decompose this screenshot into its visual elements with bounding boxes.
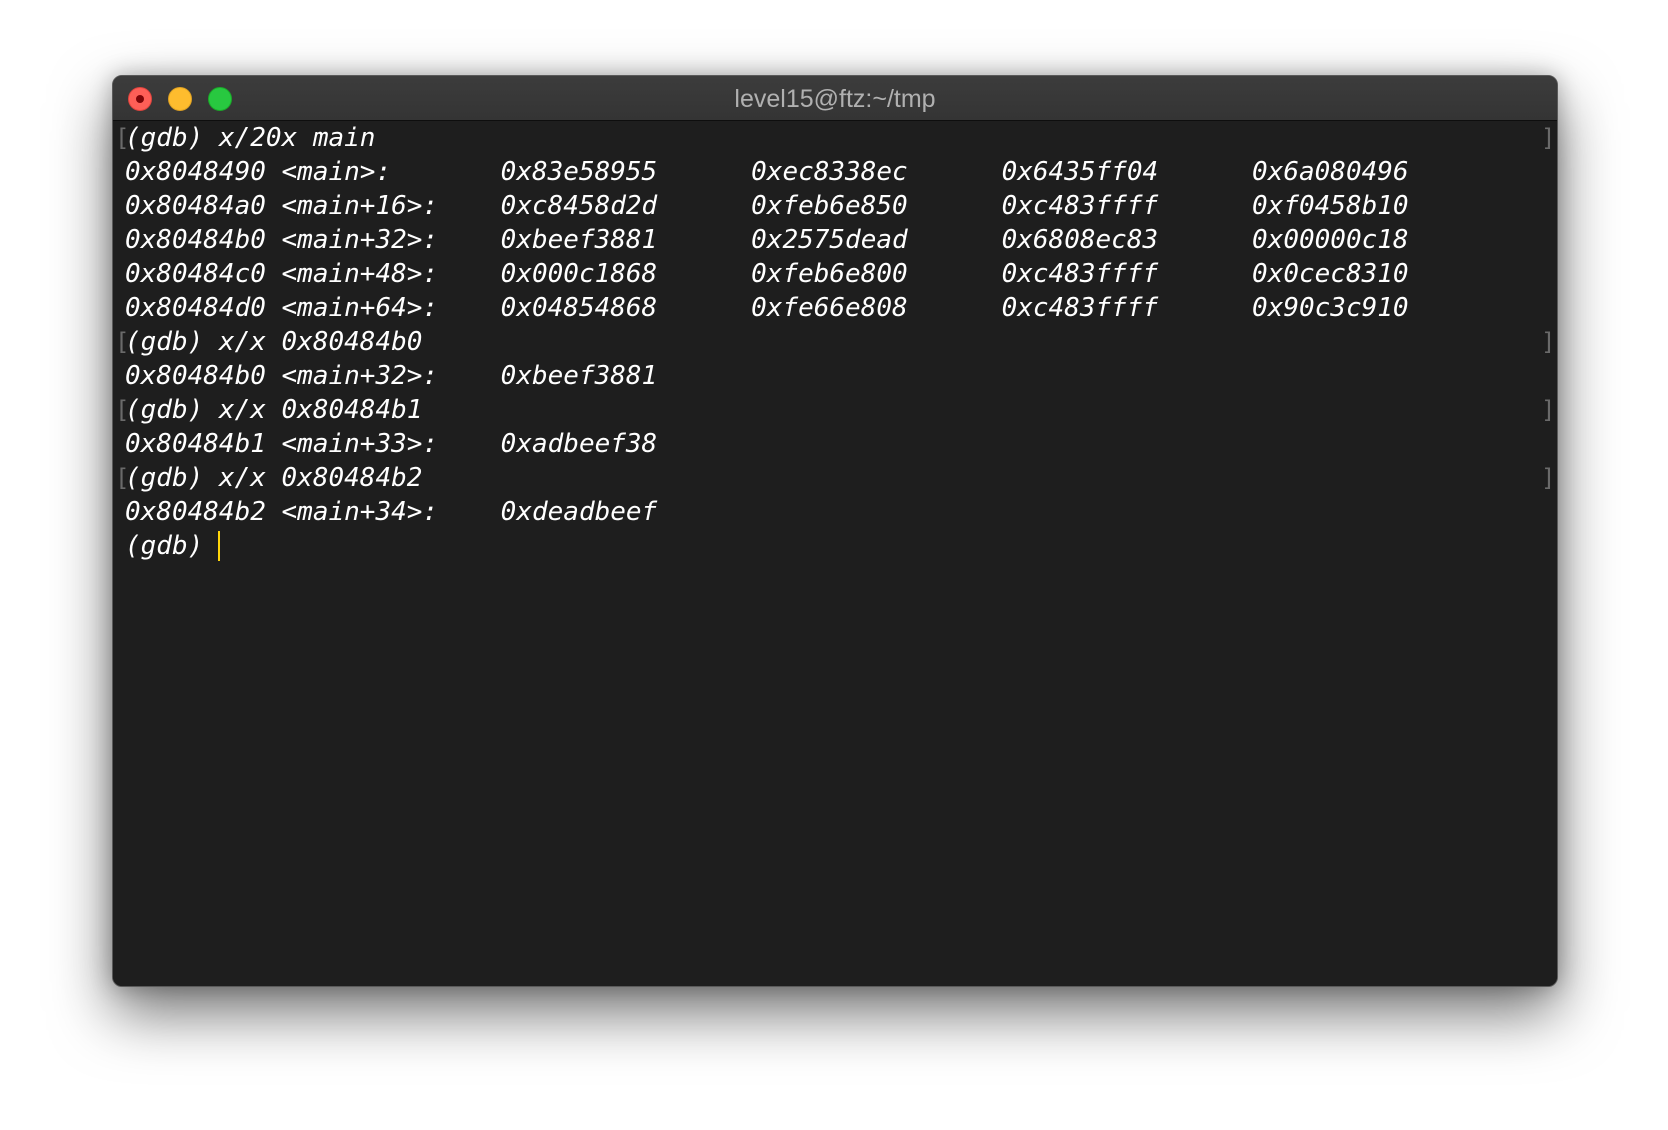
output-line: 0x80484d0 <main+64>: 0x04854868 0xfe66e8… xyxy=(125,293,1409,323)
command-mark-left: [ xyxy=(115,464,130,492)
command-line: (gdb) x/x 0x80484b1 xyxy=(125,395,423,425)
terminal-output[interactable]: (gdb) x/20x main 0x8048490 <main>: 0x83e… xyxy=(113,121,1557,986)
terminal-window: level15@ftz:~/tmp (gdb) x/20x main 0x804… xyxy=(112,75,1558,987)
output-line: 0x80484b0 <main+32>: 0xbeef3881 0x2575de… xyxy=(125,225,1409,255)
command-line: (gdb) x/x 0x80484b0 xyxy=(125,327,423,357)
prompt-line[interactable]: (gdb) xyxy=(125,529,219,563)
command-mark-right: ] xyxy=(1541,464,1556,492)
command-line: (gdb) x/x 0x80484b2 xyxy=(125,463,423,493)
window-title: level15@ftz:~/tmp xyxy=(734,85,936,113)
command-mark-left: [ xyxy=(115,328,130,356)
command-mark-left: [ xyxy=(115,124,130,152)
output-line: 0x80484b1 <main+33>: 0xadbeef38 xyxy=(125,429,658,459)
title-bar[interactable]: level15@ftz:~/tmp xyxy=(113,76,1557,121)
output-line: 0x8048490 <main>: 0x83e58955 0xec8338ec … xyxy=(125,157,1409,187)
text-cursor xyxy=(218,531,220,561)
command-mark-right: ] xyxy=(1541,396,1556,424)
command-mark-right: ] xyxy=(1541,124,1556,152)
output-line: 0x80484a0 <main+16>: 0xc8458d2d 0xfeb6e8… xyxy=(125,191,1409,221)
output-line: 0x80484c0 <main+48>: 0x000c1868 0xfeb6e8… xyxy=(125,259,1409,289)
output-line: 0x80484b2 <main+34>: 0xdeadbeef xyxy=(125,497,658,527)
command-mark-right: ] xyxy=(1541,328,1556,356)
command-line: (gdb) x/20x main xyxy=(125,123,376,153)
command-mark-left: [ xyxy=(115,396,130,424)
output-line: 0x80484b0 <main+32>: 0xbeef3881 xyxy=(125,361,658,391)
